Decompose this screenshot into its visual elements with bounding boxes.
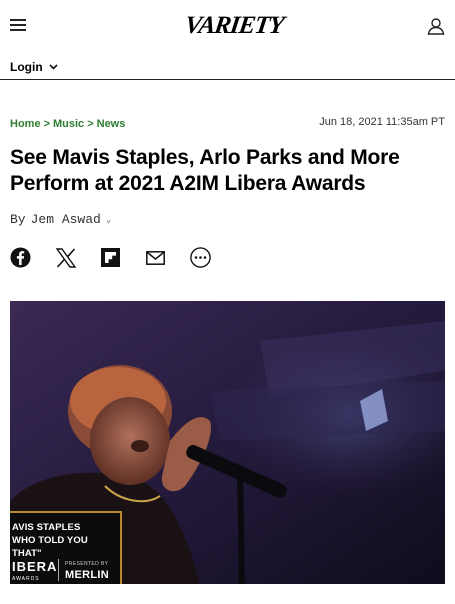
user-account-icon[interactable]: [427, 17, 445, 35]
breadcrumb: Home > Music > News: [10, 118, 126, 130]
share-bar: [10, 247, 211, 268]
login-button[interactable]: Login: [10, 60, 58, 74]
author-link[interactable]: Jem Aswad: [31, 212, 101, 227]
libera-logo-sub: AWARDS: [12, 576, 40, 582]
x-twitter-icon[interactable]: [55, 247, 76, 268]
site-logo[interactable]: VARIETY: [183, 12, 285, 40]
site-header: VARIETY: [0, 0, 455, 52]
song-title: WHO TOLD YOU THAT": [12, 535, 88, 559]
presented-by-label: PRESENTED BY: [65, 561, 109, 567]
libera-awards-logo: IBERA AWARDS: [12, 559, 58, 584]
login-label: Login: [10, 60, 43, 74]
chevron-down-icon[interactable]: ⌄: [106, 215, 111, 225]
breadcrumb-news[interactable]: News: [97, 118, 126, 130]
more-options-icon[interactable]: [190, 247, 211, 268]
breadcrumb-home[interactable]: Home: [10, 118, 41, 130]
flipboard-icon[interactable]: [100, 247, 121, 268]
broadcast-lower-third: AVIS STAPLES WHO TOLD YOU THAT" IBERA AW…: [10, 511, 122, 584]
article-headline: See Mavis Staples, Arlo Parks and More P…: [10, 146, 400, 195]
byline-prefix: By: [10, 212, 26, 227]
byline: By Jem Aswad ⌄: [10, 212, 111, 227]
sponsor-logo: MERLIN: [65, 569, 109, 581]
facebook-icon[interactable]: [10, 247, 31, 268]
performer-name: AVIS STAPLES: [12, 522, 81, 533]
login-bar: Login: [0, 56, 455, 80]
breadcrumb-music[interactable]: Music: [53, 118, 84, 130]
libera-logo-text: IBERA: [12, 559, 58, 574]
performer-caption: AVIS STAPLES WHO TOLD YOU THAT": [12, 521, 120, 560]
lower-third-divider: [58, 559, 59, 581]
chevron-down-icon: [49, 64, 58, 70]
hero-video-image[interactable]: AVIS STAPLES WHO TOLD YOU THAT" IBERA AW…: [10, 301, 445, 584]
email-icon[interactable]: [145, 247, 166, 268]
hamburger-menu-icon[interactable]: [10, 18, 26, 32]
publish-timestamp: Jun 18, 2021 11:35am PT: [319, 116, 445, 128]
